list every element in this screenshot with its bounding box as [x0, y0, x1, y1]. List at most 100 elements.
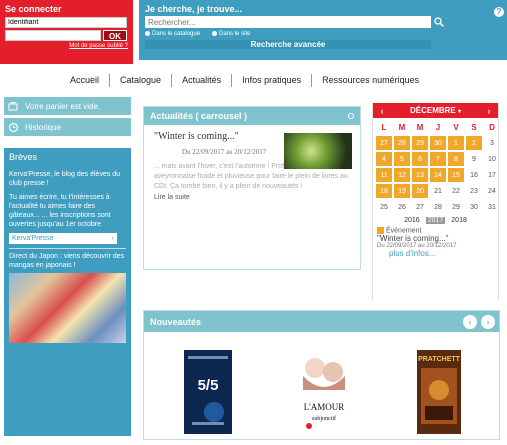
calendar-day-event[interactable]: 14: [430, 168, 446, 182]
search-input[interactable]: [145, 16, 431, 28]
ok-button[interactable]: OK: [103, 30, 127, 41]
history-label: Historique: [25, 122, 62, 132]
weekday-header: L: [381, 122, 387, 132]
advanced-search-button[interactable]: Recherche avancée: [145, 40, 431, 50]
chevron-right-icon[interactable]: ›: [481, 314, 495, 329]
article-image[interactable]: [284, 133, 352, 169]
help-icon[interactable]: ?: [494, 7, 504, 17]
svg-text:PRATCHETT: PRATCHETT: [418, 356, 461, 363]
radio-dot-icon: [145, 31, 150, 36]
cart-box[interactable]: Votre panier est vide.: [4, 97, 131, 115]
calendar-day: 27: [416, 203, 424, 211]
calendar-day: 31: [488, 203, 496, 211]
book-cover-image[interactable]: 5/5: [184, 350, 232, 434]
calendar-day-event[interactable]: 27: [376, 136, 392, 150]
calendar-day: 30: [470, 203, 478, 211]
breve-text: Kerva'Presse, le blog des élèves du club…: [9, 171, 121, 187]
year-next[interactable]: 2018: [451, 217, 467, 224]
calendar-day-event[interactable]: 13: [412, 168, 428, 182]
calendar-day: 21: [434, 187, 442, 195]
actualites-title: Actualités ( carrousel ): [150, 111, 248, 121]
divider: [9, 248, 126, 249]
forgot-password-link[interactable]: Mot de passe oublié ?: [5, 43, 128, 49]
radio-catalogue[interactable]: Dans le catalogue: [145, 31, 200, 37]
legend-label: Événement: [386, 227, 422, 235]
weekday-header: M: [416, 122, 424, 132]
kervapresse-link-button[interactable]: Kerva'Presse ›: [9, 233, 117, 244]
nav-infos-pratiques[interactable]: Infos pratiques: [232, 75, 311, 85]
chevron-left-icon[interactable]: ‹: [463, 314, 477, 329]
main-nav: Accueil Catalogue Actualités Infos prati…: [60, 73, 429, 87]
caret-down-icon: ▾: [458, 109, 462, 115]
weekday-header: D: [489, 122, 495, 132]
password-field[interactable]: [5, 30, 101, 41]
manga-image[interactable]: [9, 273, 126, 343]
nav-actualites[interactable]: Actualités: [172, 75, 231, 85]
calendar-day-event[interactable]: 28: [394, 136, 410, 150]
radio-dot-icon: [212, 31, 218, 36]
calendar-day: 22: [452, 187, 460, 195]
kervapresse-label: Kerva'Presse: [12, 235, 54, 242]
actualites-header: Actualités ( carrousel ): [144, 107, 360, 125]
cart-label: Votre panier est vide.: [25, 101, 101, 111]
calendar-widget: ‹ DÉCEMBRE ▾ › L M M J V S D 27 28 29 30 1 2 3 4 5 6 7 8 9 1…: [372, 103, 499, 300]
year-prev[interactable]: 2016: [404, 217, 420, 224]
weekday-header: V: [453, 122, 459, 132]
username-field[interactable]: [5, 17, 127, 28]
search-icon[interactable]: [433, 16, 445, 28]
breves-panel: Brèves Kerva'Presse, le blog des élèves …: [4, 148, 131, 436]
calendar-day: 10: [488, 155, 496, 163]
book-cover-image[interactable]: PRATCHETT: [417, 350, 461, 434]
book-cover-image[interactable]: L'AMOUR subjonctif: [297, 350, 351, 434]
calendar-legend: Événement "Winter is coming..." Du 22/09…: [373, 224, 498, 261]
breve-text: Tu aimes écrire, tu t'intéresses à l'act…: [9, 194, 111, 228]
weekday-header: M: [398, 122, 406, 132]
weekday-header: S: [471, 122, 477, 132]
read-more-link[interactable]: Lire la suite: [154, 194, 350, 201]
svg-text:L'AMOUR: L'AMOUR: [304, 402, 345, 412]
actualites-carousel: Actualités ( carrousel ) "Winter is comi…: [143, 106, 361, 270]
chevron-left-icon[interactable]: ‹: [376, 105, 388, 117]
calendar-day-event[interactable]: 11: [376, 168, 392, 182]
nouveautes-header: Nouveautés ‹ ›: [144, 311, 499, 332]
nav-accueil[interactable]: Accueil: [60, 75, 109, 85]
nav-catalogue[interactable]: Catalogue: [110, 75, 171, 85]
event-title[interactable]: "Winter is coming...": [377, 234, 494, 243]
calendar-day-event[interactable]: 12: [394, 168, 410, 182]
calendar-day: 24: [488, 187, 496, 195]
year-current[interactable]: 2017: [425, 217, 446, 224]
login-title: Se connecter: [5, 4, 62, 14]
calendar-day-event[interactable]: 2: [466, 136, 482, 150]
calendar-day-event[interactable]: 29: [412, 136, 428, 150]
calendar-month[interactable]: DÉCEMBRE ▾: [410, 106, 461, 115]
calendar-day: 3: [490, 139, 494, 147]
search-panel: Je cherche, je trouve... Dans le catalog…: [139, 0, 507, 60]
nav-ressources-numeriques[interactable]: Ressources numériques: [312, 75, 429, 85]
history-box[interactable]: Historique: [4, 118, 131, 136]
calendar-day-event[interactable]: 1: [448, 136, 464, 150]
calendar-day-event[interactable]: 20: [412, 184, 428, 198]
calendar-day: 17: [488, 171, 496, 179]
calendar-day-event[interactable]: 8: [448, 152, 464, 166]
carousel-dot-icon[interactable]: [348, 113, 354, 119]
calendar-day-event[interactable]: 30: [430, 136, 446, 150]
breve-text: Direct du Japon : viens découvrir des ma…: [9, 253, 125, 269]
calendar-day-event[interactable]: 5: [394, 152, 410, 166]
calendar-day: 16: [470, 171, 478, 179]
radio-site-label: Dans le site: [219, 31, 251, 38]
more-info-link[interactable]: plus d'infos...: [389, 249, 494, 258]
calendar-day: 25: [380, 203, 388, 211]
basket-icon: [7, 100, 19, 112]
calendar-day-event[interactable]: 4: [376, 152, 392, 166]
calendar-day: 28: [434, 203, 442, 211]
calendar-day-event[interactable]: 7: [430, 152, 446, 166]
calendar-day-event[interactable]: 15: [448, 168, 464, 182]
breves-title: Brèves: [9, 152, 38, 162]
calendar-day-event[interactable]: 19: [394, 184, 410, 198]
weekday-header: J: [435, 122, 441, 132]
calendar-day: 9: [472, 155, 476, 163]
chevron-right-icon[interactable]: ›: [483, 105, 495, 117]
radio-site[interactable]: Dans le site: [212, 31, 250, 37]
calendar-day-event[interactable]: 18: [376, 184, 392, 198]
calendar-day-event[interactable]: 6: [412, 152, 428, 166]
